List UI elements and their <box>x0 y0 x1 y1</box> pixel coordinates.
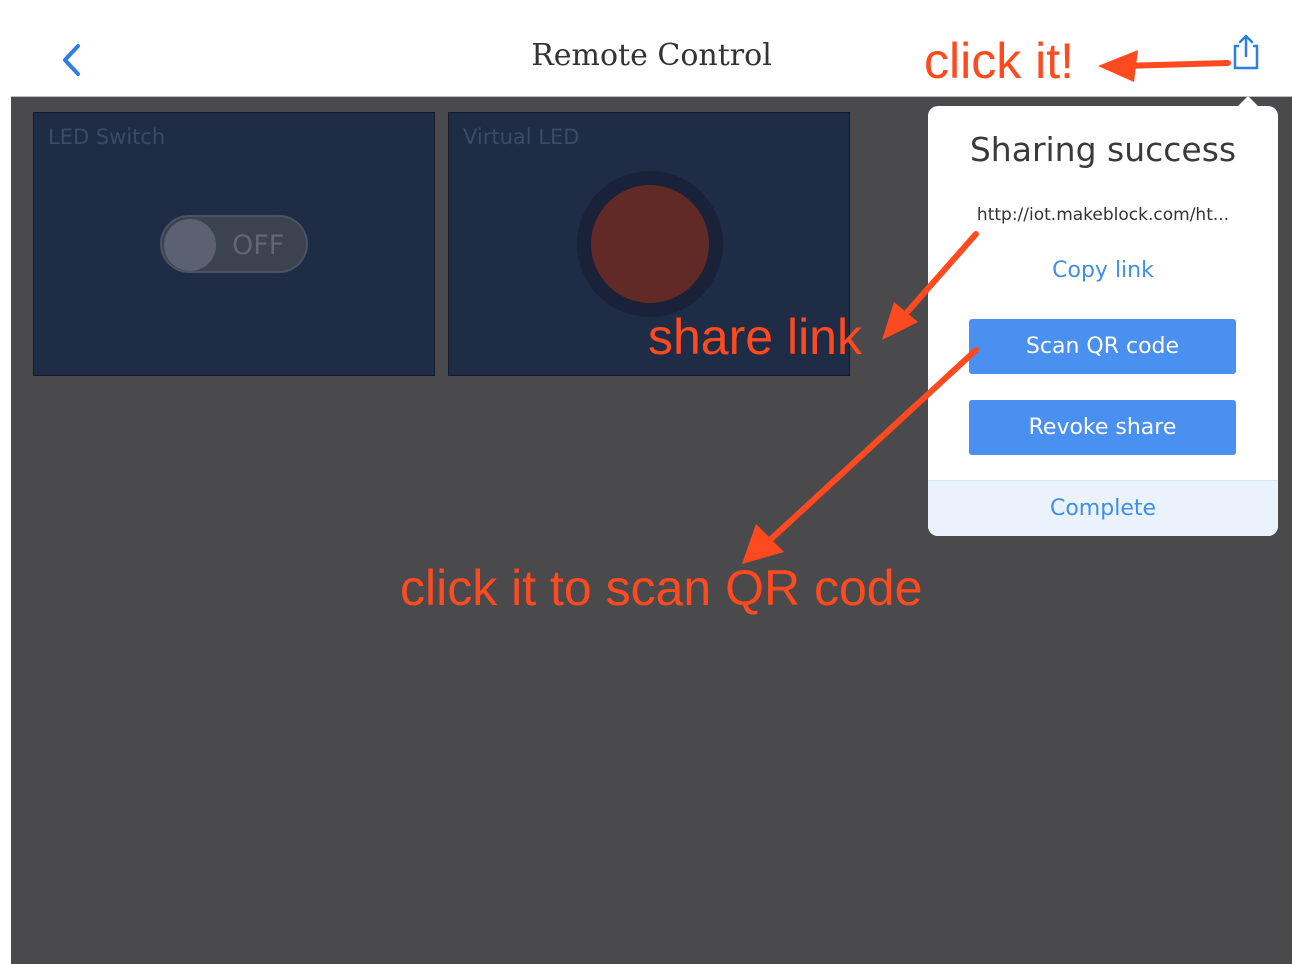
annotation-click-it: click it! <box>924 33 1074 89</box>
annotation-share-link: share link <box>648 309 862 365</box>
led-switch-widget: LED Switch OFF <box>33 112 435 376</box>
annotation-scan-hint: click it to scan QR code <box>400 560 923 616</box>
led-indicator <box>577 171 723 317</box>
led-bulb <box>591 185 709 303</box>
navigation-bar: Remote Control <box>11 8 1292 97</box>
led-switch-toggle[interactable]: OFF <box>160 215 308 273</box>
copy-link-button[interactable]: Copy link <box>928 258 1278 283</box>
complete-button[interactable]: Complete <box>928 480 1278 536</box>
revoke-share-button[interactable]: Revoke share <box>969 400 1236 455</box>
popover-title: Sharing success <box>969 130 1237 169</box>
widget-label: LED Switch <box>48 125 166 149</box>
toggle-knob <box>164 219 216 271</box>
widget-label: Virtual LED <box>463 125 580 149</box>
share-button[interactable] <box>1226 32 1266 72</box>
scan-qr-code-button[interactable]: Scan QR code <box>969 319 1236 374</box>
share-popover: Sharing success http://iot.makeblock.com… <box>928 96 1278 536</box>
share-icon <box>1233 34 1259 70</box>
page-title: Remote Control <box>531 38 772 73</box>
popover-caret <box>1238 96 1258 106</box>
toggle-state-label: OFF <box>232 230 285 261</box>
share-link-text: http://iot.makeblock.com/ht... <box>976 205 1230 225</box>
